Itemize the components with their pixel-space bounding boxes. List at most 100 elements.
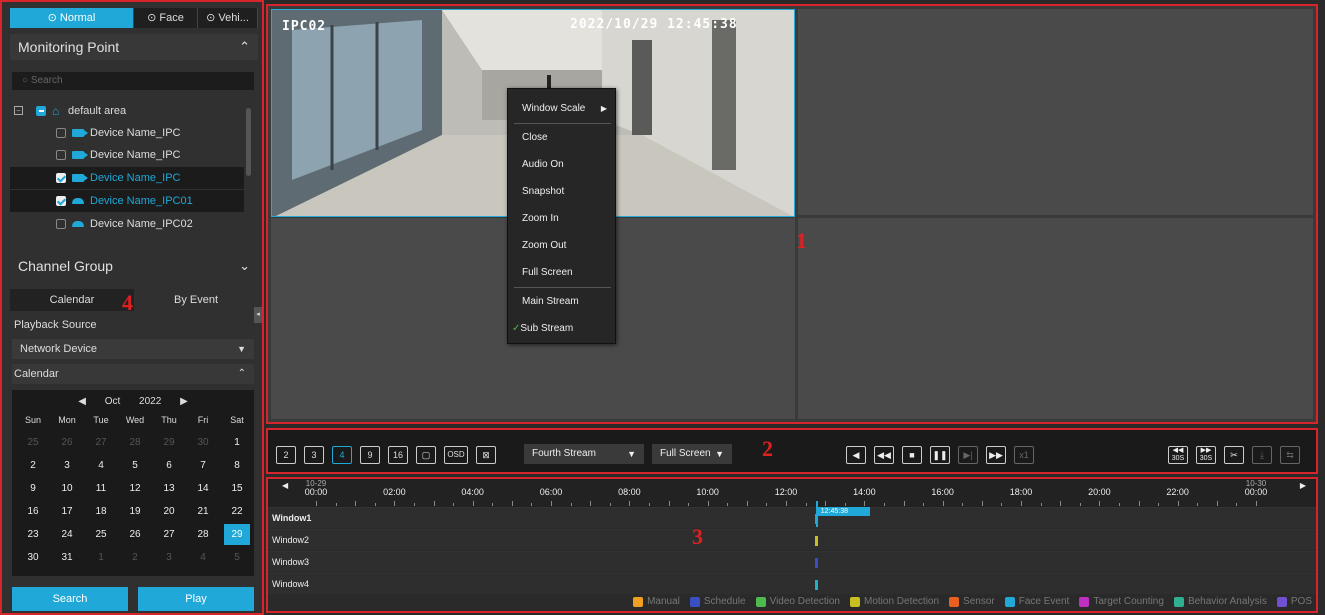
layout-2-button[interactable]: 2 — [276, 446, 296, 464]
timeline-row[interactable]: Window2 — [268, 529, 1316, 550]
calendar-day[interactable]: 3 — [156, 547, 182, 568]
calendar-day[interactable]: 9 — [20, 478, 46, 499]
calendar-day[interactable]: 5 — [224, 547, 250, 568]
calendar-day[interactable]: 15 — [224, 478, 250, 499]
single-window-button[interactable]: ▢ — [416, 446, 436, 464]
calendar-day[interactable]: 21 — [190, 501, 216, 522]
calendar-day[interactable]: 3 — [54, 455, 80, 476]
calendar-day[interactable]: 30 — [20, 547, 46, 568]
menu-item-audio-on[interactable]: Audio On — [508, 151, 617, 178]
pause-icon[interactable]: ❚❚ — [930, 446, 950, 464]
record-segment[interactable] — [814, 558, 818, 568]
calendar-day[interactable]: 11 — [88, 478, 114, 499]
calendar-day[interactable]: 26 — [122, 524, 148, 545]
video-window-2[interactable] — [798, 9, 1313, 215]
close-all-button[interactable]: ⊠ — [476, 446, 496, 464]
rewind-icon[interactable]: ◀◀ — [874, 446, 894, 464]
calendar-day[interactable]: 10 — [54, 478, 80, 499]
calendar-day[interactable]: 27 — [156, 524, 182, 545]
video-window-4[interactable] — [798, 218, 1313, 419]
menu-item-zoom-in[interactable]: Zoom In — [508, 205, 617, 232]
calendar-day[interactable]: 7 — [190, 455, 216, 476]
record-segment[interactable] — [814, 536, 818, 546]
prev-month-icon[interactable]: ◀ — [78, 396, 86, 407]
calendar-day[interactable]: 25 — [88, 524, 114, 545]
device-checkbox[interactable] — [56, 150, 66, 160]
search-input[interactable]: ○ Search — [12, 72, 254, 90]
menu-item-full-screen[interactable]: Full Screen — [508, 259, 617, 286]
timeline-row[interactable]: Window4 — [268, 573, 1316, 594]
sync-play-icon[interactable]: ⇆ — [1280, 446, 1300, 464]
calendar-day[interactable]: 1 — [88, 547, 114, 568]
tree-node-area[interactable]: − ⌂ default area — [10, 100, 244, 122]
calendar-day[interactable]: 8 — [224, 455, 250, 476]
calendar-header[interactable]: Calendar ⌃ — [12, 364, 254, 384]
timeline-ruler[interactable]: ◀ ▶ 00:00 02:00 04:00 06:00 08:00 10:00 12:00 1… — [268, 479, 1316, 507]
tab-by-event[interactable]: By Event — [134, 289, 258, 311]
calendar-day[interactable]: 19 — [122, 501, 148, 522]
calendar-day[interactable]: 23 — [20, 524, 46, 545]
layout-4-button[interactable]: 4 — [332, 446, 352, 464]
menu-item-zoom-out[interactable]: Zoom Out — [508, 232, 617, 259]
area-checkbox[interactable] — [36, 106, 46, 116]
download-icon[interactable]: ⤓ — [1252, 446, 1272, 464]
monitoring-point-header[interactable]: Monitoring Point ⌃ — [10, 34, 258, 60]
calendar-day[interactable]: 25 — [20, 432, 46, 453]
stream-select[interactable]: Fourth Stream ▼ — [524, 444, 644, 464]
device-checkbox[interactable] — [56, 196, 66, 206]
clip-icon[interactable]: ✂ — [1224, 446, 1244, 464]
calendar-day[interactable]: 18 — [88, 501, 114, 522]
device-checkbox[interactable] — [56, 128, 66, 138]
layout-3-button[interactable]: 3 — [304, 446, 324, 464]
calendar-day[interactable]: 27 — [88, 432, 114, 453]
menu-item-sub-stream[interactable]: ✓Sub Stream — [508, 315, 617, 342]
calendar-day[interactable]: 4 — [190, 547, 216, 568]
timeline-next-icon[interactable]: ▶ — [1300, 481, 1306, 490]
tree-node-device[interactable]: Device Name_IPC — [10, 122, 244, 144]
calendar-day[interactable]: 16 — [20, 501, 46, 522]
collapse-icon[interactable]: − — [14, 106, 23, 115]
tab-face[interactable]: ⊙ Face — [134, 8, 198, 28]
channel-group-header[interactable]: Channel Group ⌄ — [10, 253, 258, 279]
collapse-panel-handle[interactable]: ◂ — [254, 307, 262, 323]
device-checkbox[interactable] — [56, 173, 66, 183]
menu-item-window-scale[interactable]: Window Scale ▶ — [508, 95, 617, 122]
calendar-day[interactable]: 6 — [156, 455, 182, 476]
calendar-day[interactable]: 2 — [122, 547, 148, 568]
layout-16-button[interactable]: 16 — [388, 446, 408, 464]
calendar-day[interactable]: 28 — [122, 432, 148, 453]
calendar-day[interactable]: 12 — [122, 478, 148, 499]
layout-9-button[interactable]: 9 — [360, 446, 380, 464]
tree-node-device[interactable]: Device Name_IPC — [10, 167, 244, 189]
tab-vehicle[interactable]: ⊙ Vehi... — [198, 8, 258, 28]
next-month-icon[interactable]: ▶ — [180, 396, 188, 407]
stop-icon[interactable]: ■ — [902, 446, 922, 464]
calendar-day[interactable]: 26 — [54, 432, 80, 453]
calendar-day[interactable]: 14 — [190, 478, 216, 499]
calendar-day[interactable]: 17 — [54, 501, 80, 522]
calendar-day[interactable]: 31 — [54, 547, 80, 568]
fast-forward-icon[interactable]: ▶▶ — [986, 446, 1006, 464]
calendar-day[interactable]: 29 — [156, 432, 182, 453]
tree-node-device[interactable]: Device Name_IPC01 — [10, 190, 244, 212]
timeline-row[interactable]: Window3 — [268, 551, 1316, 572]
osd-button[interactable]: OSD — [444, 446, 468, 464]
tab-normal[interactable]: ⊙ Normal — [10, 8, 134, 28]
tree-node-device[interactable]: Device Name_IPC02 — [10, 213, 244, 235]
calendar-day[interactable]: 2 — [20, 455, 46, 476]
record-segment[interactable] — [814, 580, 818, 590]
calendar-day[interactable]: 4 — [88, 455, 114, 476]
calendar-day[interactable]: 20 — [156, 501, 182, 522]
forward-30s-button[interactable]: ▶▶ 30S — [1196, 446, 1216, 464]
calendar-day[interactable]: 30 — [190, 432, 216, 453]
playback-source-select[interactable]: Network Device ▼ — [12, 339, 254, 359]
search-button[interactable]: Search — [12, 587, 128, 611]
calendar-day[interactable]: 13 — [156, 478, 182, 499]
calendar-day-selected[interactable]: 29 — [224, 524, 250, 545]
calendar-day[interactable]: 5 — [122, 455, 148, 476]
device-checkbox[interactable] — [56, 219, 66, 229]
timeline-prev-icon[interactable]: ◀ — [282, 481, 288, 490]
back-30s-button[interactable]: ◀◀ 30S — [1168, 446, 1188, 464]
play-button[interactable]: Play — [138, 587, 254, 611]
menu-item-snapshot[interactable]: Snapshot — [508, 178, 617, 205]
